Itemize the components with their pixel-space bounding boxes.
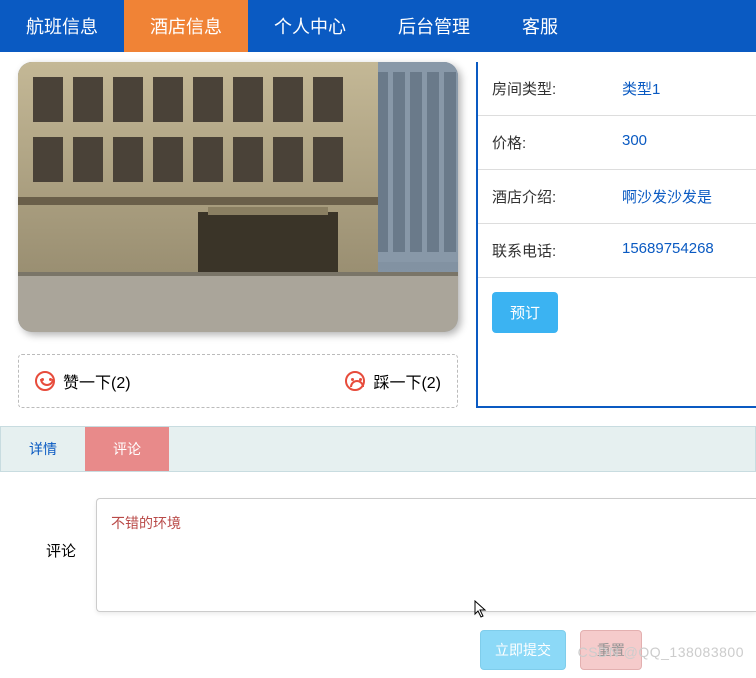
hotel-info-panel: 房间类型: 类型1 价格: 300 酒店介绍: 啊沙发沙发是 联系电话: 156… (476, 62, 756, 408)
nav-admin[interactable]: 后台管理 (372, 0, 496, 52)
room-type-value: 类型1 (622, 78, 660, 99)
nav-hotel-info[interactable]: 酒店信息 (124, 0, 248, 52)
vote-box: 赞一下(2) 踩一下(2) (18, 354, 458, 408)
intro-value: 啊沙发沙发是 (622, 186, 712, 207)
price-value: 300 (622, 132, 647, 153)
hotel-image (18, 62, 458, 332)
vote-like-label: 赞一下(2) (63, 369, 131, 393)
tab-detail[interactable]: 详情 (1, 427, 85, 471)
vote-dislike-label: 踩一下(2) (373, 369, 441, 393)
smile-icon (35, 371, 55, 391)
comment-label: 评论 (46, 498, 76, 612)
frown-icon (345, 371, 365, 391)
nav-personal-center[interactable]: 个人中心 (248, 0, 372, 52)
top-nav: 航班信息 酒店信息 个人中心 后台管理 客服 (0, 0, 756, 52)
nav-customer-service[interactable]: 客服 (496, 0, 584, 52)
submit-button[interactable]: 立即提交 (480, 630, 566, 670)
tab-bar: 详情 评论 (0, 426, 756, 472)
vote-dislike[interactable]: 踩一下(2) (345, 369, 441, 393)
comment-textarea[interactable] (96, 498, 756, 612)
vote-like[interactable]: 赞一下(2) (35, 369, 131, 393)
phone-label: 联系电话: (492, 240, 622, 261)
price-label: 价格: (492, 132, 622, 153)
watermark: CSDN @QQ_138083800 (578, 644, 744, 660)
intro-label: 酒店介绍: (492, 186, 622, 207)
nav-flight-info[interactable]: 航班信息 (0, 0, 124, 52)
room-type-label: 房间类型: (492, 78, 622, 99)
tab-comment[interactable]: 评论 (85, 427, 169, 471)
phone-value: 15689754268 (622, 240, 714, 261)
book-button[interactable]: 预订 (492, 292, 558, 333)
